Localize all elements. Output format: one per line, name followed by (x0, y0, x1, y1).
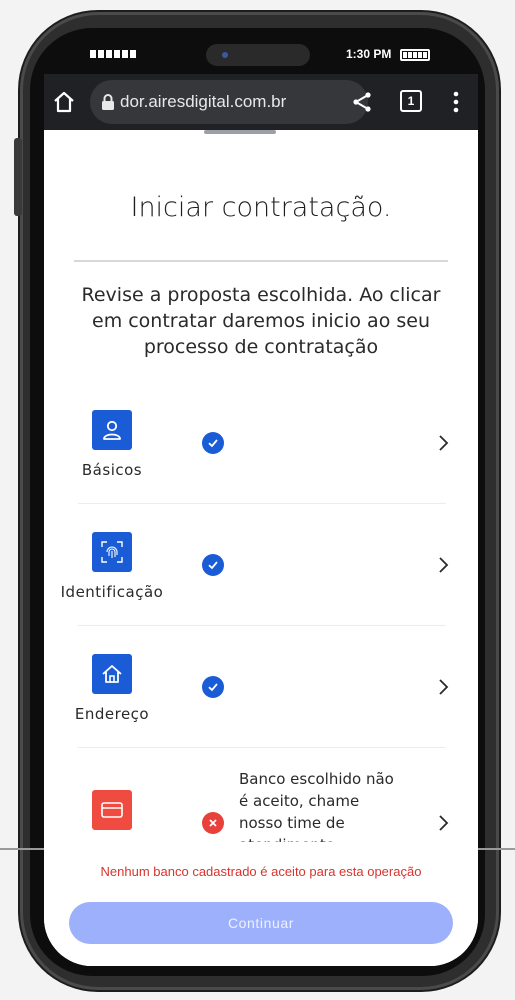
step-label: Endereço (74, 705, 150, 723)
tabs-icon[interactable]: 1 (400, 90, 422, 112)
check-icon (202, 432, 224, 454)
chevron-right-icon[interactable] (436, 814, 450, 832)
page-title: Iniciar contratação. (130, 192, 392, 223)
status-bar: 1:30 PM (44, 38, 474, 72)
share-icon[interactable] (350, 90, 374, 114)
more-menu-icon[interactable] (448, 90, 464, 114)
user-icon (92, 410, 132, 450)
page-content: Iniciar contratação. Revise a proposta e… (44, 130, 478, 966)
phone-side-button (14, 138, 22, 216)
scroll-indicator (204, 130, 276, 134)
browser-toolbar: dor.airesdigital.com.br 1 (44, 74, 478, 130)
chevron-right-icon[interactable] (436, 434, 450, 452)
camera-icon (222, 52, 228, 58)
step-endereco[interactable]: Endereço (44, 624, 478, 746)
continue-button[interactable]: Continuar (69, 902, 453, 944)
title-divider (74, 260, 448, 262)
credit-card-icon (92, 790, 132, 830)
check-icon (202, 676, 224, 698)
step-basicos[interactable]: Básicos (44, 380, 478, 502)
chevron-right-icon[interactable] (436, 678, 450, 696)
intro-text: Revise a proposta escolhida. Ao clicar e… (81, 284, 441, 358)
error-message: Nenhum banco cadastrado é aceito para es… (100, 864, 422, 879)
home-icon (92, 654, 132, 694)
fingerprint-icon (92, 532, 132, 572)
step-label: Básicos (81, 461, 143, 479)
step-identificacao[interactable]: Identificação (44, 502, 478, 624)
address-bar[interactable]: dor.airesdigital.com.br (90, 80, 368, 124)
bank-error-message: Banco escolhido não é aceito, chame noss… (239, 770, 394, 842)
frame-reflection (0, 848, 50, 850)
check-icon (202, 554, 224, 576)
lock-icon (102, 94, 114, 110)
chevron-right-icon[interactable] (436, 556, 450, 574)
home-icon[interactable] (52, 90, 76, 114)
url-text: dor.airesdigital.com.br (120, 92, 287, 111)
error-icon (202, 812, 224, 834)
signal-icon (90, 50, 136, 58)
step-label: Identificação (60, 583, 164, 601)
status-time: 1:30 PM (346, 47, 392, 61)
battery-icon (400, 49, 430, 61)
